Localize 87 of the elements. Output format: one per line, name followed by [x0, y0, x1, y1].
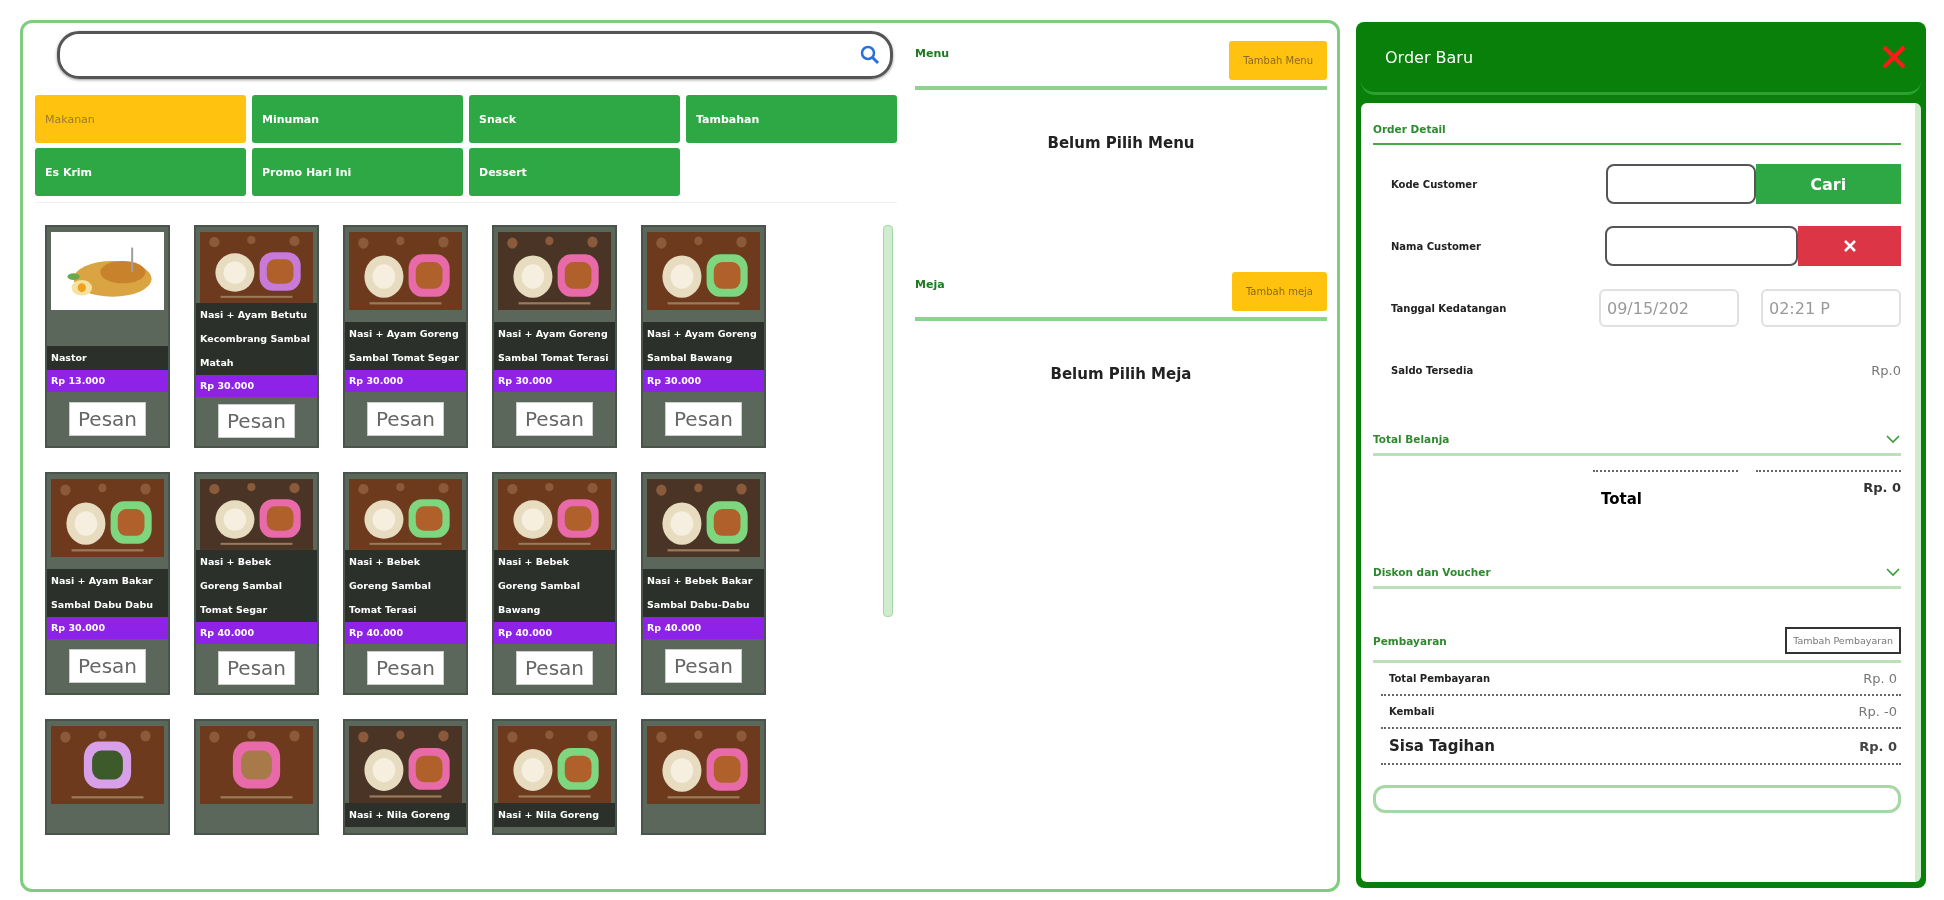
menu-card[interactable]: Nasi + Nila Goreng [343, 719, 468, 835]
menu-card[interactable]: Nasi + Ayam Goreng Sambal Bawang Rp 30.000 Pesan [641, 225, 766, 448]
menu-card[interactable]: Nasi + Ayam Bakar Sambal Dabu Dabu Rp 30.000 Pesan [45, 472, 170, 695]
field-label: Nama Customer [1391, 240, 1482, 252]
menu-card[interactable]: Nasi + Bebek Goreng Sambal Tomat Segar Rp 40.000 Pesan [194, 472, 319, 695]
payment-value: Rp. -0 [1858, 704, 1897, 719]
empty-message: Belum Pilih Meja [1050, 365, 1192, 383]
order-button[interactable]: Pesan [516, 651, 593, 686]
menu-card[interactable]: Nastor Rp 13.000 Pesan [45, 225, 170, 448]
total-label: Total [1601, 490, 1642, 508]
payment-value: Rp. 0 [1863, 671, 1897, 686]
total-value: Rp. 0 [1863, 480, 1901, 497]
scrollbar[interactable] [883, 225, 893, 617]
menu-name: Nasi + Ayam Goreng Sambal Tomat Terasi [494, 322, 615, 370]
order-button[interactable]: Pesan [665, 402, 742, 436]
order-button[interactable]: Pesan [367, 651, 444, 686]
category-tab[interactable]: Minuman [252, 95, 463, 143]
chevron-down-icon[interactable] [1885, 567, 1901, 577]
category-tab[interactable]: Tambahan [686, 95, 897, 143]
menu-card[interactable]: Nasi + Ayam Goreng Sambal Tomat Segar Rp 30.000 Pesan [343, 225, 468, 448]
order-button[interactable]: Pesan [218, 651, 295, 686]
menu-card[interactable]: Nasi + Ayam Goreng Sambal Tomat Terasi Rp 30.000 Pesan [492, 225, 617, 448]
section-title: Pembayaran [1373, 634, 1447, 647]
balance-value: Rp.0 [1871, 362, 1901, 378]
category-tab[interactable]: Es Krim [35, 148, 246, 196]
payment-label: Kembali [1389, 706, 1435, 717]
section-title: Order Detail [1373, 123, 1446, 135]
category-tab[interactable]: Snack [469, 95, 680, 143]
menu-card[interactable]: Nasi + Bebek Bakar Sambal Dabu-Dabu Rp 40.000 Pesan [641, 472, 766, 695]
menu-name: Nasi + Ayam Goreng Sambal Bawang [643, 322, 764, 370]
menu-card[interactable]: Nasi + Ayam Betutu Kecombrang Sambal Matah Rp 30.000 Pesan [194, 225, 319, 448]
customer-code-field[interactable] [1605, 164, 1756, 204]
order-button[interactable]: Pesan [367, 402, 444, 436]
menu-name: Nasi + Bebek Goreng Sambal Bawang [494, 549, 615, 622]
menu-name: Nasi + Bebek Bakar Sambal Dabu-Dabu [643, 569, 764, 617]
menu-price: Rp 40.000 [643, 617, 764, 639]
menu-card[interactable] [45, 719, 170, 835]
chevron-down-icon[interactable] [1885, 434, 1901, 444]
menu-card[interactable]: Nasi + Bebek Goreng Sambal Bawang Rp 40.000 Pesan [492, 472, 617, 695]
menu-price: Rp 30.000 [345, 370, 466, 392]
menu-price: Rp 30.000 [643, 370, 764, 392]
menu-name: Nasi + Bebek Goreng Sambal Tomat Terasi [345, 549, 466, 622]
customer-name-field[interactable] [1605, 226, 1799, 266]
search-icon[interactable] [860, 45, 880, 65]
menu-price: Rp 40.000 [196, 621, 317, 644]
add-button[interactable]: Tambah meja [1231, 272, 1327, 311]
close-icon [1843, 240, 1856, 252]
order-button[interactable]: Pesan [69, 402, 146, 436]
field-label: Tanggal Kedatangan [1391, 302, 1508, 314]
order-button[interactable]: Pesan [218, 404, 295, 439]
search-field[interactable] [57, 31, 893, 79]
empty-message: Belum Pilih Menu [1047, 134, 1195, 152]
section-title: Menu [915, 47, 950, 60]
payment-label: Sisa Tagihan [1389, 737, 1495, 755]
menu-name: Nasi + Nila Goreng [494, 803, 615, 828]
menu-name: Nasi + Nila Goreng [345, 803, 466, 828]
field-label: Kode Customer [1391, 178, 1479, 190]
menu-name: Nasi + Ayam Betutu Kecombrang Sambal Matah [196, 302, 317, 375]
order-button[interactable]: Pesan [665, 649, 742, 683]
add-button[interactable]: Tambah Menu [1229, 41, 1327, 80]
order-button[interactable]: Pesan [516, 402, 593, 436]
category-tab[interactable]: Promo Hari Ini [252, 148, 463, 196]
menu-card[interactable] [641, 719, 766, 835]
menu-name: Nasi + Ayam Bakar Sambal Dabu Dabu [47, 569, 168, 617]
menu-price: Rp 40.000 [494, 621, 615, 644]
search-button[interactable]: Cari [1755, 164, 1901, 204]
menu-price: Rp 40.000 [345, 621, 466, 644]
payment-value: Rp. 0 [1859, 738, 1897, 754]
menu-card[interactable]: Nasi + Bebek Goreng Sambal Tomat Terasi Rp 40.000 Pesan [343, 472, 468, 695]
section-title: Meja [915, 278, 945, 291]
menu-price: Rp 30.000 [494, 370, 615, 392]
panel-title: Order Baru [1385, 47, 1474, 67]
payment-label: Total Pembayaran [1389, 673, 1490, 684]
order-button[interactable]: Pesan [69, 649, 146, 683]
field-label: Saldo Tersedia [1391, 364, 1475, 376]
menu-price: Rp 30.000 [196, 374, 317, 397]
category-tab[interactable]: Dessert [469, 148, 680, 196]
menu-name: Nastor [47, 346, 168, 370]
menu-name: Nasi + Ayam Goreng Sambal Tomat Segar [345, 322, 466, 370]
menu-card[interactable]: Nasi + Nila Goreng [492, 719, 617, 835]
menu-name: Nasi + Bebek Goreng Sambal Tomat Segar [196, 549, 317, 622]
menu-price: Rp 30.000 [47, 617, 168, 639]
section-title: Diskon dan Voucher [1373, 566, 1491, 578]
section-title: Total Belanja [1373, 433, 1450, 445]
add-payment-button[interactable]: Tambah Pembayaran [1785, 627, 1901, 654]
date-field[interactable]: 09/15/202 [1599, 289, 1739, 327]
menu-price: Rp 13.000 [47, 370, 168, 392]
